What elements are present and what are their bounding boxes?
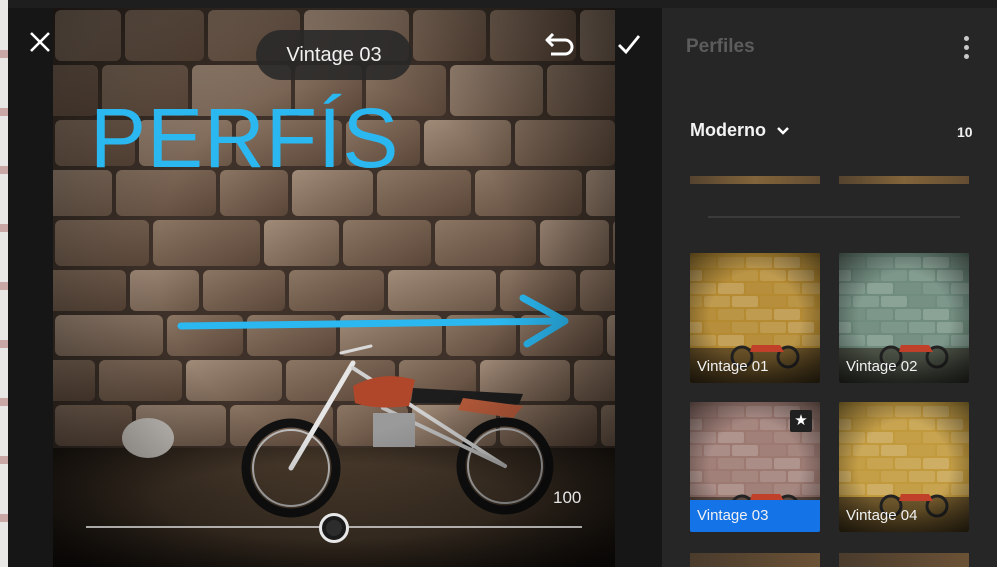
adjacent-screen-edge: [0, 0, 8, 567]
overlay-title: PERFÍS: [90, 91, 400, 185]
group-count: 10: [957, 124, 973, 140]
more-options-button[interactable]: [958, 36, 974, 62]
profiles-panel: Perfiles Moderno 10 Vintage 01 Vintage 0…: [662, 8, 997, 567]
divider: [708, 216, 960, 218]
star-icon[interactable]: ★: [790, 410, 812, 432]
current-profile-badge: Vintage 03: [256, 30, 412, 80]
amount-value: 100: [553, 488, 582, 507]
profile-thumbnail-partial[interactable]: [839, 176, 969, 184]
profile-thumbnail[interactable]: ★ Vintage 03: [690, 402, 820, 532]
close-button[interactable]: [28, 30, 52, 54]
profile-label: Vintage 03: [690, 500, 820, 532]
amount-slider[interactable]: [86, 513, 582, 543]
profile-thumbnail-partial[interactable]: [839, 553, 969, 567]
slider-thumb[interactable]: [319, 513, 349, 543]
checkmark-icon: [618, 35, 641, 55]
profile-label: Vintage 02: [839, 351, 969, 383]
profile-thumbnail-partial[interactable]: [690, 553, 820, 567]
close-icon: [30, 32, 50, 52]
profile-label: Vintage 04: [839, 500, 969, 532]
profile-label: Vintage 01: [690, 351, 820, 383]
profile-group-dropdown[interactable]: Moderno: [690, 120, 790, 141]
profile-thumbnail-partial[interactable]: [690, 176, 820, 184]
group-name: Moderno: [690, 120, 766, 140]
profile-thumbnail[interactable]: Vintage 02: [839, 253, 969, 383]
confirm-button[interactable]: [616, 32, 642, 56]
undo-button[interactable]: [543, 30, 577, 58]
profile-thumbnail[interactable]: Vintage 01: [690, 253, 820, 383]
more-vertical-icon: [958, 36, 974, 59]
undo-icon: [545, 32, 574, 56]
panel-title: Perfiles: [686, 36, 755, 57]
photo-editor: Vintage 03 PERFÍS 100: [8, 8, 662, 567]
profile-thumbnail[interactable]: Vintage 04: [839, 402, 969, 532]
chevron-down-icon: [777, 126, 789, 135]
